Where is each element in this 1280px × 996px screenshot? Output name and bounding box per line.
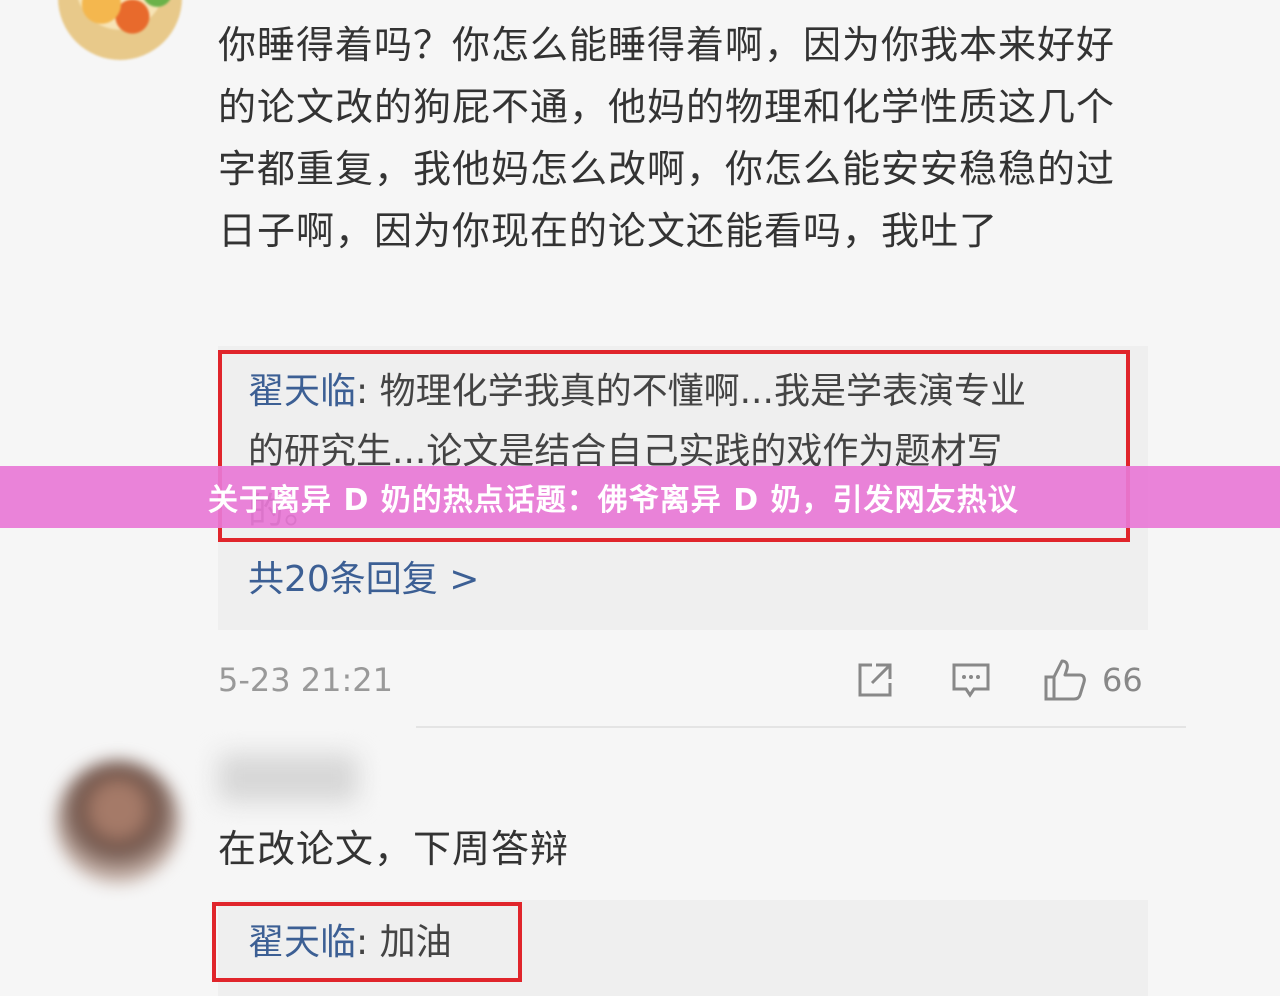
- like-icon: [1044, 659, 1086, 701]
- like-count: 66: [1102, 661, 1143, 699]
- share-icon: [858, 663, 892, 697]
- reply-text-line: 翟天临: 加油: [248, 914, 452, 972]
- reply-separator: :: [356, 922, 369, 963]
- reply-text-line: 翟天临: 物理化学我真的不懂啊...我是学表演专业: [248, 362, 1128, 422]
- overlay-banner: 关于离异 D 奶的热点话题：佛爷离异 D 奶，引发网友热议: [0, 466, 1280, 528]
- avatar[interactable]: [56, 760, 180, 884]
- overlay-title: 关于离异 D 奶的热点话题：佛爷离异 D 奶，引发网友热议: [208, 483, 1019, 518]
- share-button[interactable]: [854, 655, 896, 705]
- comment-icon: [952, 663, 990, 698]
- blurred-username: [218, 754, 358, 802]
- comment-text: 你睡得着吗？你怎么能睡得着啊，因为你我本来好好的论文改的狗屁不通，他妈的物理和化…: [218, 23, 1116, 253]
- like-button[interactable]: 66: [1042, 655, 1143, 705]
- divider: [416, 726, 1186, 728]
- comment-text: 在改论文，下周答辩: [218, 827, 570, 871]
- reply-text: 加油: [379, 922, 452, 963]
- reply-text: 物理化学我真的不懂啊...我是学表演专业: [379, 371, 1026, 412]
- reply-author[interactable]: 翟天临: [248, 371, 356, 412]
- reply-author[interactable]: 翟天临: [248, 922, 356, 963]
- comment-button[interactable]: [950, 655, 992, 705]
- timestamp: 5-23 21:21: [218, 661, 394, 699]
- more-replies-link[interactable]: 共20条回复 >: [248, 552, 479, 608]
- reply-separator: :: [356, 371, 369, 412]
